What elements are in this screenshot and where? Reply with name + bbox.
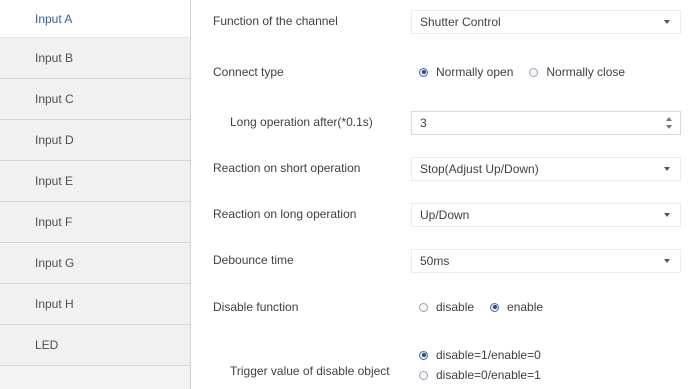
- spin-down-icon[interactable]: [666, 125, 672, 129]
- disable-function-disable-option[interactable]: disable: [419, 300, 474, 314]
- sidebar-item-led[interactable]: LED: [0, 325, 190, 366]
- radio-label: enable: [507, 300, 544, 314]
- long-operation-spinbox[interactable]: 3: [411, 111, 681, 135]
- radio-unchecked-icon[interactable]: [419, 370, 428, 380]
- debounce-select[interactable]: 50ms: [411, 249, 681, 273]
- function-value: Shutter Control: [420, 15, 501, 29]
- connect-type-label: Connect type: [213, 65, 284, 79]
- sidebar-item-label: Input A: [35, 11, 73, 26]
- radio-label: disable=1/enable=0: [436, 348, 541, 362]
- long-operation-row: Long operation after(*0.1s) 3: [191, 107, 690, 137]
- sidebar: Input A Input B Input C Input D Input E …: [0, 0, 191, 389]
- disable-function-row: Disable function disable enable: [191, 292, 690, 322]
- radio-checked-icon[interactable]: [419, 67, 428, 77]
- function-select[interactable]: Shutter Control: [411, 10, 681, 34]
- trigger-value-row: Trigger value of disable object disable=…: [191, 345, 690, 387]
- sidebar-item-input-h[interactable]: Input H: [0, 284, 190, 325]
- radio-label: Normally open: [436, 65, 514, 79]
- short-reaction-row: Reaction on short operation Stop(Adjust …: [191, 153, 690, 183]
- long-reaction-row: Reaction on long operation Up/Down: [191, 199, 690, 229]
- long-reaction-value: Up/Down: [420, 208, 470, 222]
- chevron-down-icon: [664, 259, 670, 263]
- sidebar-item-label: Input H: [35, 297, 74, 311]
- sidebar-item-label: Input C: [35, 92, 74, 106]
- sidebar-item-input-e[interactable]: Input E: [0, 161, 190, 202]
- trigger-value-radio-group: disable=1/enable=0 disable=0/enable=1: [419, 345, 557, 385]
- sidebar-item-label: Input D: [35, 133, 74, 147]
- sidebar-item-input-b[interactable]: Input B: [0, 38, 190, 79]
- connect-type-radio-group: Normally open Normally close: [419, 57, 641, 87]
- sidebar-item-label: LED: [35, 338, 59, 352]
- short-reaction-value: Stop(Adjust Up/Down): [420, 162, 539, 176]
- sidebar-item-input-f[interactable]: Input F: [0, 202, 190, 243]
- connect-type-normally-close-option[interactable]: Normally close: [529, 65, 625, 79]
- radio-checked-icon[interactable]: [490, 302, 500, 312]
- sidebar-item-input-a[interactable]: Input A: [0, 0, 190, 38]
- sidebar-item-label: Input E: [35, 174, 74, 188]
- function-label: Function of the channel: [213, 14, 338, 28]
- short-reaction-label: Reaction on short operation: [213, 161, 361, 175]
- short-reaction-select[interactable]: Stop(Adjust Up/Down): [411, 157, 681, 181]
- chevron-down-icon: [664, 167, 670, 171]
- radio-unchecked-icon[interactable]: [419, 302, 428, 312]
- sidebar-item-label: Input G: [35, 256, 75, 270]
- debounce-row: Debounce time 50ms: [191, 245, 690, 275]
- disable-function-enable-option[interactable]: enable: [490, 300, 543, 314]
- connect-type-normally-open-option[interactable]: Normally open: [419, 65, 513, 79]
- long-operation-value: 3: [420, 116, 427, 130]
- debounce-label: Debounce time: [213, 253, 294, 267]
- long-reaction-label: Reaction on long operation: [213, 207, 357, 221]
- chevron-down-icon: [664, 20, 670, 24]
- sidebar-item-input-g[interactable]: Input G: [0, 243, 190, 284]
- connect-type-row: Connect type Normally open Normally clos…: [191, 57, 690, 87]
- spin-up-icon[interactable]: [666, 117, 672, 121]
- settings-panel: Function of the channel Shutter Control …: [191, 0, 690, 389]
- trigger-value-option-1[interactable]: disable=1/enable=0: [419, 345, 541, 365]
- radio-label: Normally close: [546, 65, 626, 79]
- chevron-down-icon: [664, 213, 670, 217]
- sidebar-item-input-c[interactable]: Input C: [0, 79, 190, 120]
- long-operation-label: Long operation after(*0.1s): [230, 115, 373, 129]
- trigger-value-label: Trigger value of disable object: [230, 364, 390, 378]
- trigger-value-option-2[interactable]: disable=0/enable=1: [419, 365, 541, 385]
- radio-unchecked-icon[interactable]: [529, 67, 539, 77]
- radio-label: disable: [436, 300, 475, 314]
- long-reaction-select[interactable]: Up/Down: [411, 203, 681, 227]
- sidebar-item-label: Input F: [35, 215, 73, 229]
- sidebar-item-input-d[interactable]: Input D: [0, 120, 190, 161]
- function-row: Function of the channel Shutter Control: [191, 6, 690, 36]
- radio-checked-icon[interactable]: [419, 350, 428, 360]
- disable-function-label: Disable function: [213, 300, 299, 314]
- disable-function-radio-group: disable enable: [419, 292, 559, 322]
- radio-label: disable=0/enable=1: [436, 368, 541, 382]
- sidebar-item-label: Input B: [35, 51, 74, 65]
- debounce-value: 50ms: [420, 254, 450, 268]
- spinner-arrows-icon[interactable]: [666, 116, 672, 130]
